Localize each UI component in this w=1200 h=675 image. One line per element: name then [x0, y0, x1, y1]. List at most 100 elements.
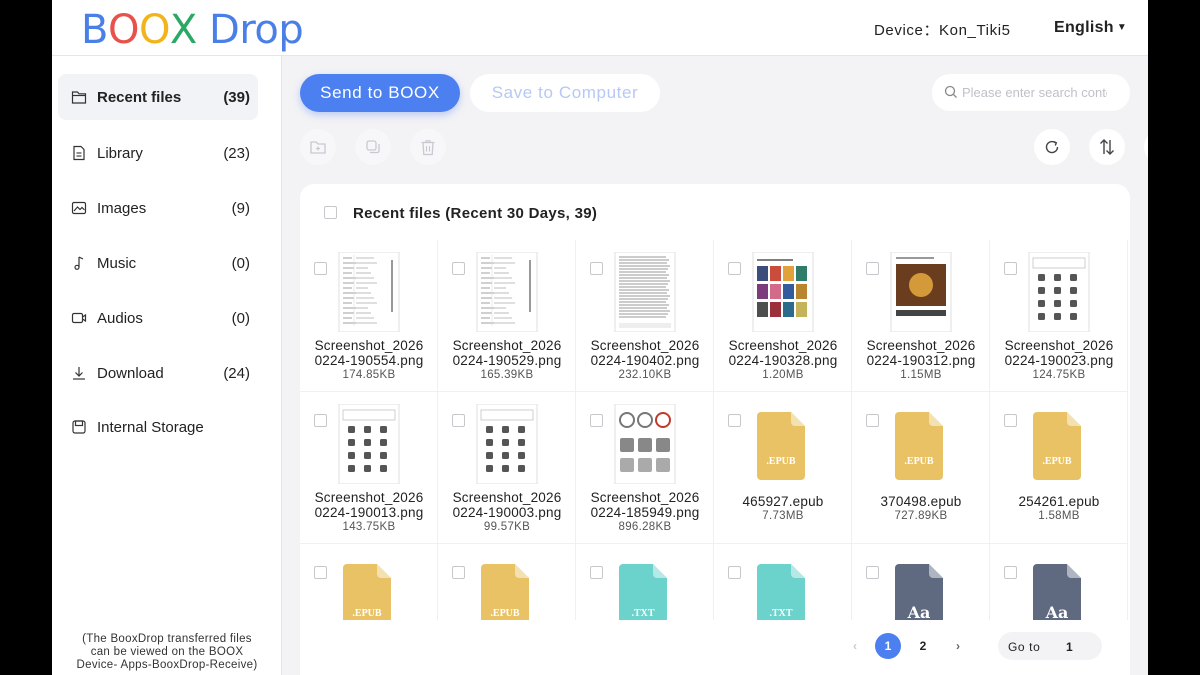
file-checkbox[interactable] [314, 262, 327, 275]
file-checkbox[interactable] [1004, 566, 1017, 579]
prev-page-button[interactable]: ‹ [842, 633, 868, 659]
file-tile[interactable]: Screenshot_2026 0224-190013.png 143.75KB [300, 392, 438, 544]
goto-page-input[interactable]: 1 [1066, 640, 1073, 654]
file-tile[interactable]: Screenshot_2026 0224-190402.png 232.10KB [576, 240, 714, 392]
file-tile[interactable]: Screenshot_2026 0224-190003.png 99.57KB [438, 392, 576, 544]
screenshot-thumbnail [476, 252, 538, 332]
refresh-button[interactable] [1034, 129, 1070, 165]
document-icon [73, 145, 85, 161]
file-checkbox[interactable] [866, 566, 879, 579]
language-selector[interactable]: English ▼ [1054, 19, 1127, 37]
search-box[interactable]: Please enter search content [932, 74, 1130, 111]
file-size: 896.28KB [618, 521, 672, 533]
next-page-button[interactable]: › [945, 633, 971, 659]
file-tile[interactable]: .EPUB [438, 544, 576, 620]
file-name-line: Screenshot_2026 [590, 338, 700, 353]
file-tile[interactable]: Screenshot_2026 0224-190328.png 1.20MB [714, 240, 852, 392]
file-tile[interactable]: Screenshot_2026 0224-190023.png 124.75KB [990, 240, 1128, 392]
file-size: 727.89KB [894, 510, 948, 522]
file-checkbox[interactable] [452, 262, 465, 275]
file-name-line: Screenshot_2026 [314, 490, 424, 505]
file-grid: Screenshot_2026 0224-190554.png 174.85KB Sc… [300, 240, 1130, 620]
file-tile[interactable]: Aa [990, 544, 1128, 620]
file-checkbox[interactable] [728, 414, 741, 427]
txt-file-icon: .TXT [619, 564, 667, 620]
sort-button[interactable] [1089, 129, 1125, 165]
storage-icon [72, 420, 86, 434]
file-name: 370498.epub [852, 494, 990, 509]
sidebar-item-count: (9) [231, 200, 250, 217]
txt-file-icon: .TXT [757, 564, 805, 620]
trash-icon [421, 139, 435, 155]
epub-file-icon: .EPUB [1033, 412, 1081, 480]
select-all-checkbox[interactable] [324, 206, 337, 219]
file-type-label: .TXT [631, 608, 654, 619]
sidebar-item-images[interactable]: Images (9) [58, 185, 258, 231]
send-to-boox-button[interactable]: Send to BOOX [300, 74, 460, 112]
folder-icon [71, 91, 87, 104]
logo-letter: Drop [196, 7, 304, 53]
sidebar-item-label: Download [97, 365, 164, 382]
sidebar-item-count: (24) [223, 365, 250, 382]
screenshot-thumbnail [614, 404, 676, 484]
file-tile[interactable]: Screenshot_2026 0224-190529.png 165.39KB [438, 240, 576, 392]
copy-button[interactable] [355, 129, 391, 165]
file-name: Screenshot_2026 0224-190529.png [438, 338, 576, 368]
file-checkbox[interactable] [314, 566, 327, 579]
video-icon [71, 312, 87, 324]
page-2-button[interactable]: 2 [910, 633, 936, 659]
transfer-note: (The BooxDrop transferred files can be vi… [52, 633, 282, 672]
file-checkbox[interactable] [452, 414, 465, 427]
new-folder-button[interactable] [300, 129, 336, 165]
file-size: 124.75KB [1032, 369, 1086, 381]
file-checkbox[interactable] [590, 566, 603, 579]
file-tile[interactable]: .EPUB [300, 544, 438, 620]
file-checkbox[interactable] [866, 414, 879, 427]
file-tile[interactable]: Screenshot_2026 0224-190312.png 1.15MB [852, 240, 990, 392]
sort-icon [1100, 139, 1114, 155]
sidebar-item-music[interactable]: Music (0) [58, 240, 258, 286]
file-name-line: Screenshot_2026 [728, 338, 838, 353]
file-name-line: 370498.epub [880, 494, 962, 509]
file-checkbox[interactable] [590, 414, 603, 427]
pagination: ‹ 12 › Go to 1 [300, 620, 1130, 675]
file-tile[interactable]: Aa [852, 544, 990, 620]
file-name-line: Screenshot_2026 [314, 338, 424, 353]
file-tile[interactable]: Screenshot_2026 0224-190554.png 174.85KB [300, 240, 438, 392]
file-checkbox[interactable] [728, 262, 741, 275]
sidebar-item-library[interactable]: Library (23) [58, 130, 258, 176]
file-tile[interactable]: .EPUB 465927.epub 7.73MB [714, 392, 852, 544]
app-window: BOOX Drop Device：Kon_Tiki5 English ▼ Rece… [52, 0, 1148, 675]
file-checkbox[interactable] [314, 414, 327, 427]
sidebar-item-audios[interactable]: Audios (0) [58, 295, 258, 341]
sidebar-item-internal-storage[interactable]: Internal Storage [58, 404, 258, 450]
sidebar-item-recent-files[interactable]: Recent files (39) [58, 74, 258, 120]
screenshot-thumbnail [476, 404, 538, 484]
sidebar-item-label: Audios [97, 310, 143, 327]
file-checkbox[interactable] [1004, 262, 1017, 275]
file-name: Screenshot_2026 0224-190312.png [852, 338, 990, 368]
file-checkbox[interactable] [452, 566, 465, 579]
sidebar-item-count: (23) [223, 145, 250, 162]
file-tile[interactable]: .TXT [714, 544, 852, 620]
file-tile[interactable]: .EPUB 254261.epub 1.58MB [990, 392, 1128, 544]
file-tile[interactable]: .EPUB 370498.epub 727.89KB [852, 392, 990, 544]
file-checkbox[interactable] [728, 566, 741, 579]
search-input[interactable]: Please enter search content [962, 85, 1107, 100]
file-checkbox[interactable] [1004, 414, 1017, 427]
page-1-button[interactable]: 1 [875, 633, 901, 659]
download-icon [73, 367, 85, 380]
file-tile[interactable]: .TXT [576, 544, 714, 620]
file-checkbox[interactable] [590, 262, 603, 275]
file-name: Screenshot_2026 0224-190013.png [300, 490, 438, 520]
sidebar-item-download[interactable]: Download (24) [58, 350, 258, 396]
file-tile[interactable]: Screenshot_2026 0224-185949.png 896.28KB [576, 392, 714, 544]
file-checkbox[interactable] [866, 262, 879, 275]
file-name-line: 0224-190554.png [314, 353, 424, 368]
file-name: Screenshot_2026 0224-190023.png [990, 338, 1128, 368]
delete-button[interactable] [410, 129, 446, 165]
file-type-label: .EPUB [352, 608, 382, 619]
goto-page[interactable]: Go to 1 [998, 632, 1102, 660]
view-mode-button[interactable] [1144, 129, 1148, 165]
save-to-computer-button[interactable]: Save to Computer [470, 74, 660, 112]
